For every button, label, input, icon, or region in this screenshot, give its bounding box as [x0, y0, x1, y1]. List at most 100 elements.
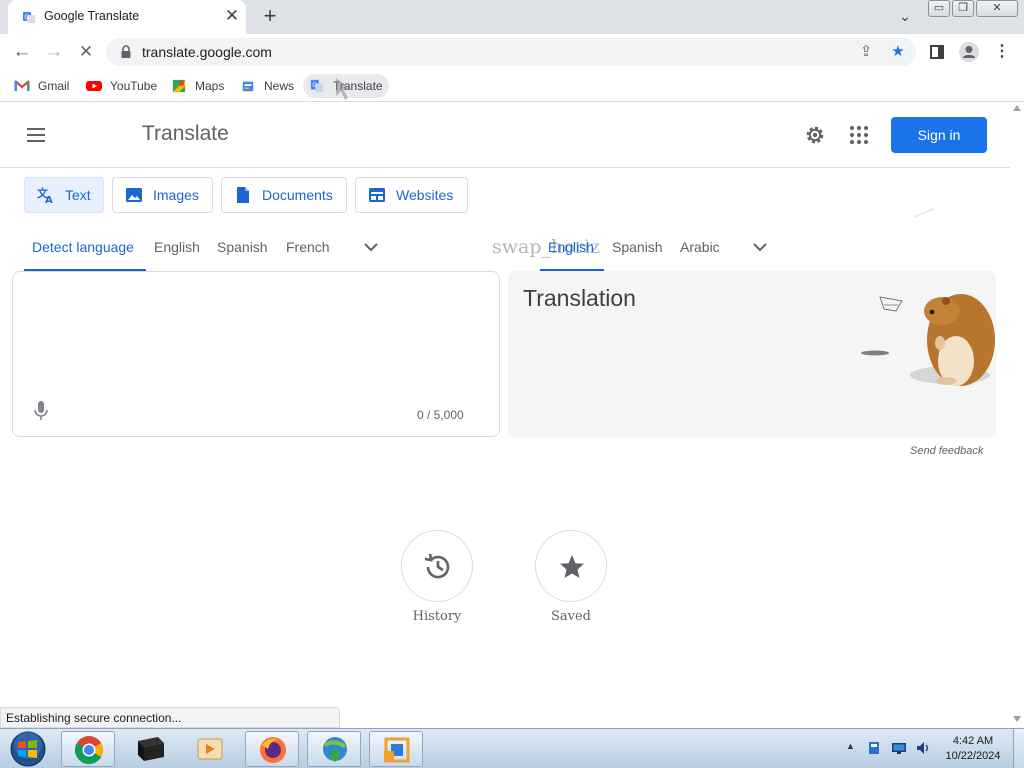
taskbar-terminal[interactable]: [123, 731, 177, 767]
source-lang-detect[interactable]: Detect language: [32, 239, 134, 255]
star-icon: [560, 555, 584, 578]
mode-websites-button[interactable]: Websites: [355, 177, 468, 213]
tab-search-icon[interactable]: ⌄: [895, 6, 915, 26]
translate-icon: G: [310, 79, 324, 93]
website-icon: [369, 188, 385, 202]
window-close-icon[interactable]: ✕: [976, 0, 1018, 17]
document-icon: [237, 187, 249, 203]
saved-label: Saved: [550, 609, 591, 624]
forward-icon[interactable]: →: [42, 40, 66, 64]
target-lang-arabic[interactable]: Arabic: [680, 239, 720, 255]
mode-label: Text: [65, 187, 91, 203]
browser-tab[interactable]: G Google Translate ✕: [8, 0, 246, 34]
virtualbox-icon: [384, 737, 410, 763]
history-button[interactable]: [401, 530, 473, 602]
mouse-cursor-icon: [336, 78, 351, 100]
system-clock[interactable]: 4:42 AM 10/22/2024: [940, 734, 1006, 764]
firefox-icon: [260, 737, 286, 763]
sign-in-button[interactable]: Sign in: [891, 117, 987, 153]
bookmark-maps[interactable]: Maps: [165, 74, 230, 98]
mode-documents-button[interactable]: Documents: [221, 177, 347, 213]
page-scrollbar[interactable]: [1010, 103, 1024, 728]
scroll-down-icon[interactable]: [1013, 716, 1021, 722]
target-lang-more-icon[interactable]: [750, 237, 770, 257]
maps-icon: [172, 79, 186, 93]
google-apps-icon[interactable]: [847, 123, 871, 147]
tab-close-icon[interactable]: ✕: [222, 6, 242, 26]
windows-start-icon[interactable]: [4, 730, 52, 768]
clock-date: 10/22/2024: [945, 750, 1001, 762]
stop-icon[interactable]: ✕: [74, 40, 98, 64]
svg-text:G: G: [312, 82, 317, 89]
mode-label: Documents: [262, 187, 333, 203]
history-icon: [424, 553, 450, 579]
bookmark-youtube[interactable]: YouTube: [80, 74, 163, 98]
saved-button[interactable]: [535, 530, 607, 602]
target-lang-english[interactable]: English: [548, 239, 594, 255]
main-menu-icon[interactable]: [24, 124, 48, 148]
taskbar-virtualbox[interactable]: [369, 731, 423, 767]
taskbar-firefox[interactable]: [245, 731, 299, 767]
send-feedback-link[interactable]: Send feedback: [910, 445, 983, 457]
bookmark-gmail[interactable]: Gmail: [8, 74, 75, 98]
target-lang-spanish[interactable]: Spanish: [612, 239, 663, 255]
mode-label: Websites: [396, 187, 454, 203]
bookmark-label: Gmail: [38, 79, 70, 93]
bookmark-label: Maps: [195, 79, 225, 93]
youtube-icon: [86, 81, 102, 91]
gmail-icon: [14, 80, 30, 91]
translate-page: Translate Sign in 文 A Text Images Docume…: [0, 103, 1024, 728]
taskbar-download-manager[interactable]: [307, 731, 361, 767]
mode-text-button[interactable]: 文 A Text: [24, 177, 104, 213]
translate-header: Translate Sign in: [0, 103, 1010, 168]
chrome-icon: [75, 736, 103, 764]
news-icon: [242, 81, 254, 92]
source-text-area[interactable]: 0 / 5,000: [12, 271, 500, 437]
minimize-icon[interactable]: ▭: [928, 0, 950, 17]
mode-images-button[interactable]: Images: [112, 177, 213, 213]
decorative-stroke: [913, 208, 935, 218]
back-icon[interactable]: ←: [10, 40, 34, 64]
bookmark-label: YouTube: [110, 79, 158, 93]
taskbar-media-player[interactable]: [183, 731, 237, 767]
bookmark-star-icon[interactable]: ★: [888, 42, 908, 62]
windows-taskbar: ▲ 4:42 AM 10/22/2024: [0, 728, 1024, 768]
source-lang-more-icon[interactable]: [361, 237, 381, 257]
settings-gear-icon[interactable]: [803, 123, 827, 147]
bookmark-label: News: [264, 79, 295, 93]
svg-text:G: G: [24, 14, 29, 21]
address-bar[interactable]: translate.google.com ⇪ ★: [106, 38, 916, 66]
bookmark-news[interactable]: News: [234, 74, 300, 98]
network-icon[interactable]: [891, 740, 907, 756]
translation-placeholder: Translation: [523, 285, 636, 311]
google-translate-favicon-icon: G: [23, 12, 35, 23]
translation-output: Translation: [508, 271, 996, 437]
profile-avatar-icon[interactable]: [958, 41, 980, 63]
character-count: 0 / 5,000: [417, 408, 464, 422]
source-lang-english[interactable]: English: [154, 239, 200, 255]
tray-app-icon[interactable]: [866, 740, 882, 756]
clock-time: 4:42 AM: [952, 735, 994, 747]
new-tab-icon[interactable]: +: [258, 5, 282, 29]
translate-logo-text: Translate: [142, 122, 229, 145]
restore-icon[interactable]: ❐: [952, 0, 974, 17]
volume-icon[interactable]: [915, 740, 931, 756]
microphone-icon[interactable]: [33, 400, 49, 422]
download-manager-icon: [323, 737, 347, 762]
source-lang-spanish[interactable]: Spanish: [217, 239, 268, 255]
side-panel-icon[interactable]: [926, 41, 948, 63]
lock-icon: [121, 45, 131, 58]
browser-toolbar: ← → ✕ translate.google.com ⇪ ★ ⋮: [0, 34, 1024, 70]
terminal-icon: [138, 737, 164, 761]
media-player-icon: [197, 738, 223, 760]
taskbar-chrome[interactable]: [61, 731, 115, 767]
share-icon[interactable]: ⇪: [856, 42, 876, 62]
svg-text:A: A: [45, 195, 53, 204]
url-text: translate.google.com: [142, 44, 272, 60]
scroll-up-icon[interactable]: [1013, 105, 1021, 111]
source-lang-french[interactable]: French: [286, 239, 330, 255]
show-desktop-button[interactable]: [1013, 729, 1024, 768]
bookmarks-bar: Gmail YouTube Maps News G Translate: [0, 70, 1024, 102]
browser-menu-icon[interactable]: ⋮: [991, 41, 1013, 63]
show-hidden-icons-icon[interactable]: ▲: [846, 741, 855, 751]
